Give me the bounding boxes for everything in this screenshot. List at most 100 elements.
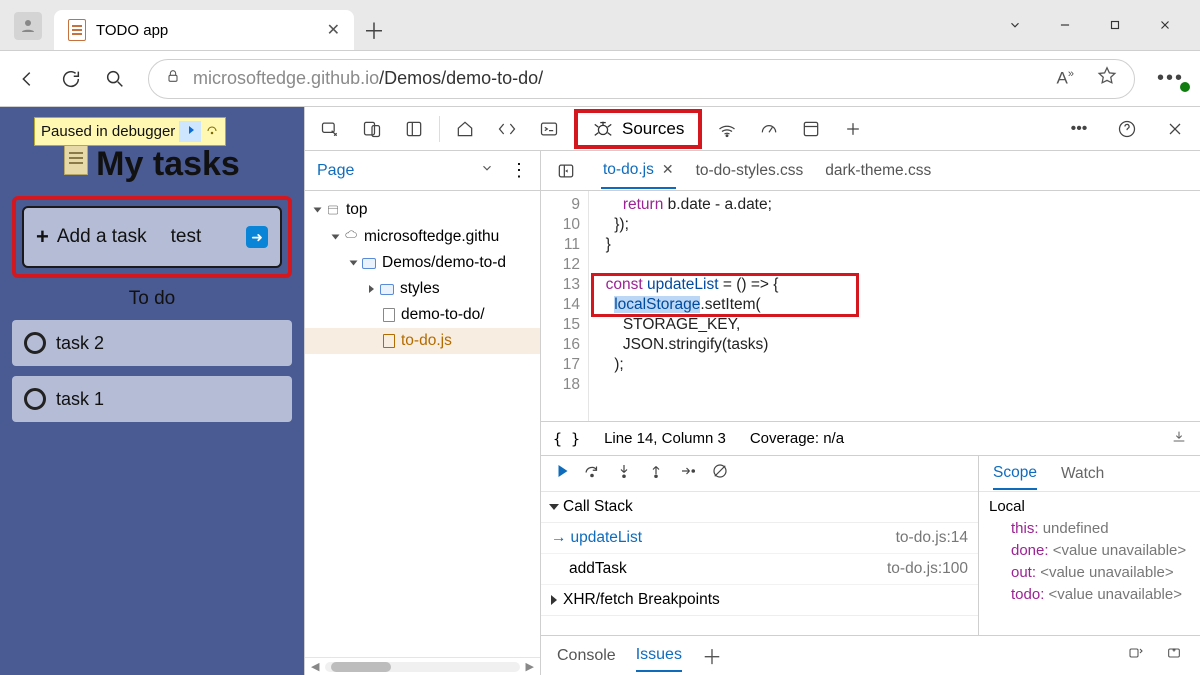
- lock-icon: [165, 68, 181, 89]
- devtools-panel: Sources ••• Page ⋮ top: [304, 107, 1200, 675]
- tree-top[interactable]: top: [305, 197, 540, 223]
- update-badge-icon: [1180, 82, 1190, 92]
- application-icon[interactable]: [794, 112, 828, 146]
- step-out-button[interactable]: [647, 462, 665, 485]
- issues-drawer-tab[interactable]: Issues: [636, 640, 682, 672]
- add-drawer-tab-icon[interactable]: ＋: [702, 641, 722, 670]
- callstack-frame[interactable]: →updateListto-do.js:14: [541, 523, 978, 554]
- address-bar[interactable]: microsoftedge.github.io/Demos/demo-to-do…: [148, 59, 1135, 99]
- console-icon[interactable]: [532, 112, 566, 146]
- tree-demo[interactable]: demo-to-do/: [305, 302, 540, 328]
- favorite-icon[interactable]: [1096, 65, 1118, 92]
- scope-var: todo: <value unavailable>: [1011, 584, 1190, 606]
- submit-task-button[interactable]: ➜: [246, 226, 268, 248]
- dock-icon[interactable]: [397, 112, 431, 146]
- checkbox-icon[interactable]: [24, 332, 46, 354]
- profile-avatar[interactable]: [14, 12, 42, 40]
- navigator-scrollbar[interactable]: ◀▶: [305, 657, 540, 675]
- coverage-status: Coverage: n/a: [750, 430, 844, 447]
- checkbox-icon[interactable]: [24, 388, 46, 410]
- inspect-icon[interactable]: [313, 112, 347, 146]
- devtools-drawer: Console Issues ＋: [541, 635, 1200, 675]
- close-file-icon[interactable]: ✕: [662, 161, 674, 178]
- show-navigator-icon[interactable]: [549, 154, 583, 188]
- watch-tab[interactable]: Watch: [1061, 459, 1104, 489]
- browser-titlebar: TODO app ✕ ＋: [0, 0, 1200, 51]
- drawer-icon[interactable]: [1164, 645, 1184, 666]
- close-devtools-icon[interactable]: [1158, 112, 1192, 146]
- page-tab[interactable]: Page: [317, 162, 354, 180]
- editor-tabs: to-do.js✕ to-do-styles.css dark-theme.cs…: [541, 151, 1200, 191]
- tree-origin[interactable]: microsoftedge.githu: [305, 223, 540, 250]
- search-icon[interactable]: [104, 68, 126, 90]
- close-window-icon[interactable]: [1158, 18, 1172, 36]
- favicon-icon: [68, 19, 86, 41]
- welcome-icon[interactable]: [448, 112, 482, 146]
- file-tab[interactable]: dark-theme.css: [823, 154, 933, 188]
- maximize-icon[interactable]: [1108, 18, 1122, 36]
- debugger-banner-text: Paused in debugger: [41, 123, 175, 140]
- resume-button[interactable]: [551, 462, 569, 485]
- scope-tab[interactable]: Scope: [993, 458, 1037, 490]
- task-label: task 1: [56, 389, 104, 410]
- tree-file-selected[interactable]: to-do.js: [305, 328, 540, 354]
- back-button[interactable]: [16, 68, 38, 90]
- help-icon[interactable]: [1110, 112, 1144, 146]
- window-controls: [1008, 18, 1200, 50]
- resume-icon[interactable]: [179, 121, 201, 142]
- minimize-icon[interactable]: [1058, 18, 1072, 36]
- sources-tab[interactable]: Sources: [574, 109, 702, 149]
- drawer-icon[interactable]: [1126, 645, 1146, 666]
- new-tab-button[interactable]: ＋: [354, 10, 394, 50]
- task-item[interactable]: task 2: [12, 320, 292, 366]
- file-tree: top microsoftedge.githu Demos/demo-to-d …: [305, 191, 540, 360]
- scope-var: this: undefined: [1011, 518, 1190, 540]
- reading-mode-icon[interactable]: A»: [1057, 68, 1074, 89]
- task-item[interactable]: task 1: [12, 376, 292, 422]
- add-task-input[interactable]: + Add a task test ➜: [22, 206, 282, 268]
- debugger-right-pane: Scope Watch Local this: undefined done: …: [979, 456, 1200, 635]
- line-gutter: 9101112131415161718: [541, 191, 589, 421]
- elements-icon[interactable]: [490, 112, 524, 146]
- deactivate-breakpoints-button[interactable]: [711, 462, 729, 485]
- close-tab-icon[interactable]: ✕: [327, 20, 340, 40]
- more-options-icon[interactable]: ⋮: [510, 160, 528, 181]
- chevron-down-icon[interactable]: [480, 161, 494, 180]
- xhr-breakpoints-header[interactable]: XHR/fetch Breakpoints: [541, 585, 978, 616]
- file-tab[interactable]: to-do-styles.css: [694, 154, 806, 188]
- scope-var: done: <value unavailable>: [1011, 540, 1190, 562]
- debugger-controls: [541, 456, 978, 492]
- network-icon[interactable]: [710, 112, 744, 146]
- browser-tab[interactable]: TODO app ✕: [54, 10, 354, 50]
- sources-navigator: Page ⋮ top microsoftedge.githu Demos/dem…: [305, 151, 541, 675]
- add-task-value: test: [171, 226, 202, 248]
- sources-label: Sources: [622, 119, 684, 139]
- bug-icon: [592, 118, 614, 140]
- add-task-highlight: + Add a task test ➜: [12, 196, 292, 278]
- download-icon[interactable]: [1170, 429, 1188, 449]
- callstack-frame[interactable]: addTaskto-do.js:100: [541, 554, 978, 585]
- more-tabs-icon[interactable]: [836, 112, 870, 146]
- step-over-icon[interactable]: [205, 123, 219, 140]
- step-button[interactable]: [679, 462, 697, 485]
- tree-styles[interactable]: styles: [305, 276, 540, 302]
- console-drawer-tab[interactable]: Console: [557, 641, 616, 671]
- file-tab[interactable]: to-do.js✕: [601, 153, 676, 189]
- step-into-button[interactable]: [615, 462, 633, 485]
- step-over-button[interactable]: [583, 462, 601, 485]
- url-text: microsoftedge.github.io/Demos/demo-to-do…: [193, 68, 543, 89]
- code-editor[interactable]: 9101112131415161718 return b.date - a.da…: [541, 191, 1200, 421]
- pretty-print-icon[interactable]: { }: [553, 430, 580, 448]
- more-menu-icon[interactable]: •••: [1157, 67, 1184, 90]
- callstack-header[interactable]: Call Stack: [541, 492, 978, 523]
- todo-app-page: Paused in debugger My tasks + Add a task…: [0, 107, 304, 675]
- cursor-position: Line 14, Column 3: [604, 430, 726, 447]
- tree-folder[interactable]: Demos/demo-to-d: [305, 250, 540, 276]
- device-toggle-icon[interactable]: [355, 112, 389, 146]
- chevron-down-icon[interactable]: [1008, 18, 1022, 36]
- performance-icon[interactable]: [752, 112, 786, 146]
- scope-var: out: <value unavailable>: [1011, 562, 1190, 584]
- reload-button[interactable]: [60, 68, 82, 90]
- more-tools-icon[interactable]: •••: [1062, 112, 1096, 146]
- scope-group[interactable]: Local: [989, 496, 1190, 518]
